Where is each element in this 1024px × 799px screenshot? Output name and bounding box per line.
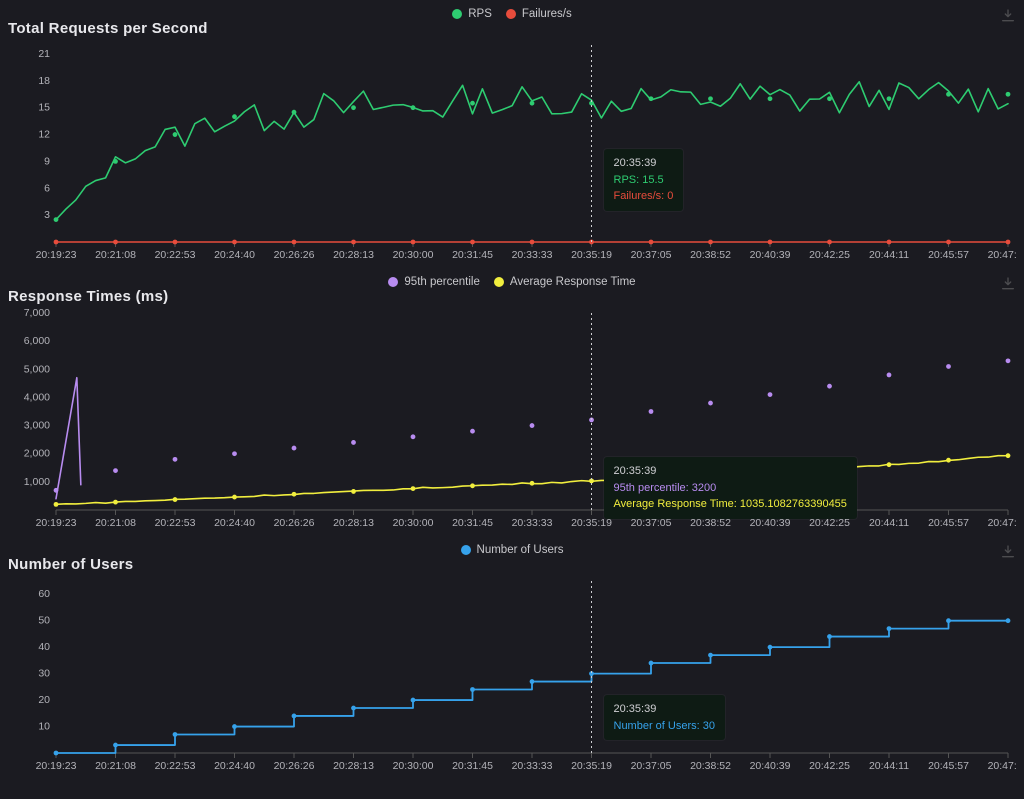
svg-text:20:37:05: 20:37:05 xyxy=(631,249,672,261)
chart-title: Number of Users xyxy=(8,556,1016,573)
svg-text:20:40:39: 20:40:39 xyxy=(750,249,791,261)
svg-text:20:31:45: 20:31:45 xyxy=(452,760,493,772)
svg-text:20:22:53: 20:22:53 xyxy=(155,517,196,529)
svg-text:20:26:26: 20:26:26 xyxy=(274,517,315,529)
svg-text:20:45:57: 20:45:57 xyxy=(928,249,969,261)
svg-text:20: 20 xyxy=(38,694,50,706)
svg-text:20:21:08: 20:21:08 xyxy=(95,517,136,529)
svg-text:30: 30 xyxy=(38,668,50,680)
legend-item[interactable]: Number of Users xyxy=(461,544,564,556)
svg-text:5,000: 5,000 xyxy=(24,363,50,375)
svg-text:20:42:25: 20:42:25 xyxy=(809,517,850,529)
svg-text:20:42:25: 20:42:25 xyxy=(809,760,850,772)
svg-text:7,000: 7,000 xyxy=(24,307,50,319)
svg-text:3: 3 xyxy=(44,209,50,221)
download-icon[interactable] xyxy=(1000,544,1016,560)
svg-text:20:33:33: 20:33:33 xyxy=(512,517,553,529)
svg-text:20:44:11: 20:44:11 xyxy=(869,760,909,772)
svg-text:20:35:19: 20:35:19 xyxy=(571,760,612,772)
svg-text:12: 12 xyxy=(38,129,50,141)
chart-title: Total Requests per Second xyxy=(8,20,1016,37)
chart-users[interactable]: 10 20 30 40 50 60 20:19:23 20:21:08 20:22:53 20:2… xyxy=(8,575,1016,775)
svg-text:20:24:40: 20:24:40 xyxy=(214,249,255,261)
svg-text:20:37:05: 20:37:05 xyxy=(631,760,672,772)
svg-text:20:44:11: 20:44:11 xyxy=(869,517,909,529)
svg-text:20:21:08: 20:21:08 xyxy=(95,760,136,772)
svg-text:20:26:26: 20:26:26 xyxy=(274,760,315,772)
svg-text:4,000: 4,000 xyxy=(24,391,50,403)
svg-text:20:35:19: 20:35:19 xyxy=(571,249,612,261)
legend-rt: 95th percentile Average Response Time xyxy=(8,274,1016,288)
svg-text:20:30:00: 20:30:00 xyxy=(393,249,434,261)
svg-text:20:47:42: 20:47:42 xyxy=(988,517,1016,529)
svg-text:20:21:08: 20:21:08 xyxy=(95,249,136,261)
svg-text:18: 18 xyxy=(38,75,50,87)
legend-item[interactable]: Average Response Time xyxy=(494,276,636,288)
chart-rps[interactable]: 3 6 9 12 15 18 21 20:19:23 20:21:08 20:22:53 20:24… xyxy=(8,39,1016,264)
legend-item[interactable]: 95th percentile xyxy=(388,276,479,288)
svg-text:20:47:42: 20:47:42 xyxy=(988,760,1016,772)
svg-text:20:33:33: 20:33:33 xyxy=(512,760,553,772)
svg-text:3,000: 3,000 xyxy=(24,420,50,432)
svg-text:20:38:52: 20:38:52 xyxy=(690,249,731,261)
panel-rps: RPSFailures/s Total Requests per Second … xyxy=(0,0,1024,268)
svg-text:6,000: 6,000 xyxy=(24,335,50,347)
svg-text:20:38:52: 20:38:52 xyxy=(690,760,731,772)
svg-text:20:24:40: 20:24:40 xyxy=(214,760,255,772)
svg-text:20:22:53: 20:22:53 xyxy=(155,249,196,261)
svg-text:20:40:39: 20:40:39 xyxy=(750,517,791,529)
svg-text:40: 40 xyxy=(38,641,50,653)
legend-item[interactable]: Failures/s xyxy=(506,8,572,20)
legend-rps: RPS Failures/s xyxy=(8,6,1016,20)
svg-text:20:22:53: 20:22:53 xyxy=(155,760,196,772)
tooltip-users: 20:35:39Number of Users: 30 xyxy=(604,695,725,740)
tooltip-rps: 20:35:39RPS: 15.5Failures/s: 0 xyxy=(604,149,684,211)
svg-text:20:35:19: 20:35:19 xyxy=(571,517,612,529)
chart-rt[interactable]: 1,000 2,000 3,000 4,000 5,000 6,000 7,000 20:19… xyxy=(8,307,1016,532)
svg-text:20:40:39: 20:40:39 xyxy=(750,760,791,772)
svg-text:20:19:23: 20:19:23 xyxy=(36,760,77,772)
svg-text:20:33:33: 20:33:33 xyxy=(512,249,553,261)
svg-text:50: 50 xyxy=(38,615,50,627)
svg-text:20:44:11: 20:44:11 xyxy=(869,249,909,261)
legend-item[interactable]: RPS xyxy=(452,8,492,20)
svg-text:15: 15 xyxy=(38,102,50,114)
svg-text:20:30:00: 20:30:00 xyxy=(393,760,434,772)
legend-users: Number of Users xyxy=(8,542,1016,556)
chart-title: Response Times (ms) xyxy=(8,288,1016,305)
svg-text:10: 10 xyxy=(38,721,50,733)
svg-text:20:42:25: 20:42:25 xyxy=(809,249,850,261)
svg-text:60: 60 xyxy=(38,588,50,600)
panel-rt: 95th percentile Average Response Time Res… xyxy=(0,268,1024,536)
svg-text:1,000: 1,000 xyxy=(24,476,50,488)
svg-text:20:30:00: 20:30:00 xyxy=(393,517,434,529)
svg-text:20:28:13: 20:28:13 xyxy=(333,249,374,261)
svg-text:20:31:45: 20:31:45 xyxy=(452,517,493,529)
svg-text:2,000: 2,000 xyxy=(24,448,50,460)
svg-text:20:45:57: 20:45:57 xyxy=(928,760,969,772)
svg-text:20:37:05: 20:37:05 xyxy=(631,517,672,529)
panel-users: Number of Users Number of Users 10 20 30 40… xyxy=(0,536,1024,779)
svg-text:20:19:23: 20:19:23 xyxy=(36,517,77,529)
tooltip-rt: 20:35:3995th percentile: 3200Average Res… xyxy=(604,457,857,519)
svg-text:9: 9 xyxy=(44,155,50,167)
svg-text:20:28:13: 20:28:13 xyxy=(333,517,374,529)
svg-text:20:26:26: 20:26:26 xyxy=(274,249,315,261)
download-icon[interactable] xyxy=(1000,276,1016,292)
svg-text:20:47:42: 20:47:42 xyxy=(988,249,1016,261)
download-icon[interactable] xyxy=(1000,8,1016,24)
svg-text:20:24:40: 20:24:40 xyxy=(214,517,255,529)
svg-text:20:31:45: 20:31:45 xyxy=(452,249,493,261)
svg-text:20:45:57: 20:45:57 xyxy=(928,517,969,529)
svg-text:20:28:13: 20:28:13 xyxy=(333,760,374,772)
svg-text:21: 21 xyxy=(38,48,50,60)
svg-text:20:19:23: 20:19:23 xyxy=(36,249,77,261)
svg-text:20:38:52: 20:38:52 xyxy=(690,517,731,529)
svg-text:6: 6 xyxy=(44,182,50,194)
